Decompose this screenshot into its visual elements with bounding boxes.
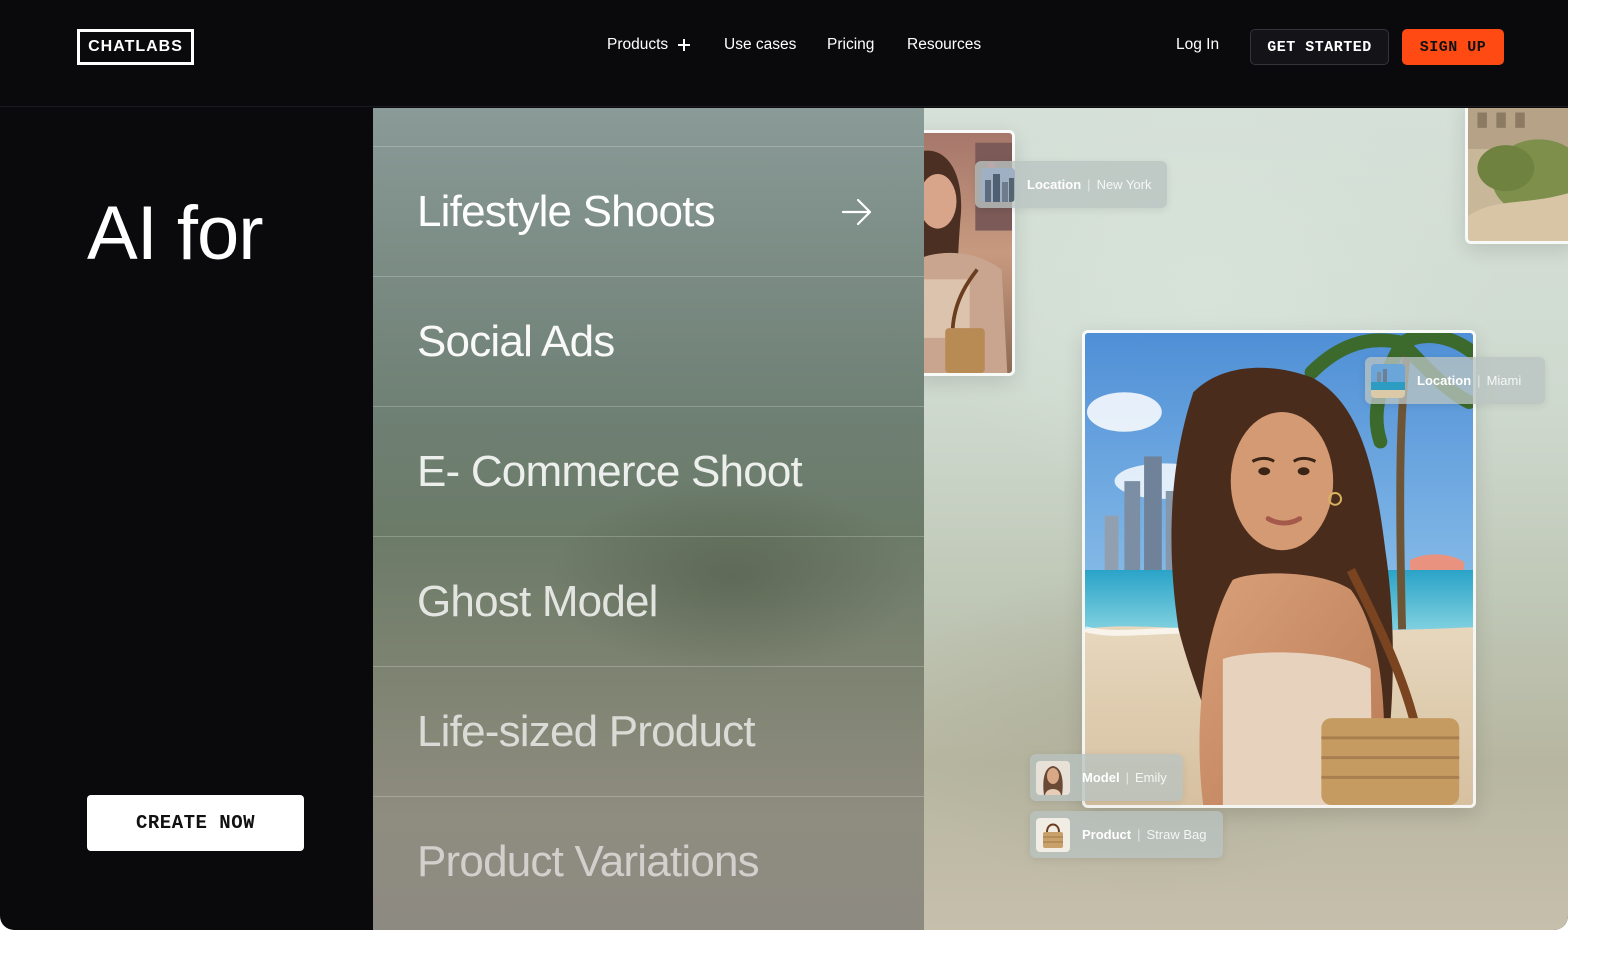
nav-pricing[interactable]: Pricing [827,36,874,54]
create-now-button[interactable]: CREATE NOW [87,795,304,851]
nav-resources[interactable]: Resources [907,36,981,54]
menu-item-product-variations[interactable]: Product Variations [373,797,924,927]
get-started-button[interactable]: GET STARTED [1250,29,1389,65]
tag-separator: | [1137,827,1141,842]
nav-use-cases[interactable]: Use cases [724,36,796,54]
login-link[interactable]: Log In [1176,36,1219,54]
tag-value: Emily [1134,770,1167,785]
sign-up-button[interactable]: SIGN UP [1402,29,1504,65]
menu-item-social-ads[interactable]: Social Ads [373,277,924,407]
city-street-photo [1465,108,1568,244]
menu-item-ecommerce-shoot[interactable]: E- Commerce Shoot [373,407,924,537]
tag-key: Product [1082,827,1132,842]
menu-item-label: E- Commerce Shoot [417,446,803,496]
arrow-right-icon [841,198,872,225]
tag-separator: | [1087,177,1091,192]
tag-model-emily: Model | Emily [1030,754,1183,801]
chatlabs-logo[interactable]: CHATLABS [77,29,194,65]
nav-use-cases-label: Use cases [724,36,797,53]
tag-value: Miami [1486,373,1522,388]
menu-item-label: Lifestyle Shoots [417,186,716,236]
straw-bag-thumbnail [1036,817,1070,852]
showcase-area: Location | New York Location | Miami Mod… [924,108,1568,930]
plus-icon [678,39,691,51]
tag-value: Straw Bag [1146,827,1207,842]
nav-products-label: Products [607,36,669,53]
menu-item-label: Product Variations [417,837,760,886]
page-frame: CHATLABS Products Use cases Pricing Reso… [0,0,1568,930]
menu-item-lifestyle-shoots[interactable]: Lifestyle Shoots [373,147,924,277]
menu-item-label: Social Ads [417,316,615,366]
hero-title: AI for [87,191,264,276]
tag-separator: | [1125,770,1129,785]
tag-value: New York [1096,177,1152,192]
tag-key: Location [1027,177,1082,192]
tag-product-straw-bag: Product | Straw Bag [1030,811,1223,858]
menu-item-ghost-model[interactable]: Ghost Model [373,537,924,667]
tag-key: Model [1082,770,1120,785]
tag-location-new-york: Location | New York [975,161,1168,208]
menu-item-life-sized-product[interactable]: Life-sized Product [373,667,924,797]
nav-resources-label: Resources [907,36,982,53]
use-case-menu: Lifestyle Shoots Social Ads E- Commerce … [373,108,924,930]
top-navigation-bar: CHATLABS Products Use cases Pricing Reso… [0,0,1568,107]
nav-pricing-label: Pricing [827,36,875,53]
nav-products[interactable]: Products [607,36,691,54]
tag-separator: | [1477,373,1481,388]
model-thumbnail [1036,760,1070,795]
tag-location-miami: Location | Miami [1365,357,1545,404]
menu-item-label: Ghost Model [417,576,658,626]
tag-key: Location [1417,373,1472,388]
miami-thumbnail [1371,363,1405,398]
new-york-thumbnail [981,167,1015,202]
menu-item-label: Life-sized Product [417,706,756,756]
